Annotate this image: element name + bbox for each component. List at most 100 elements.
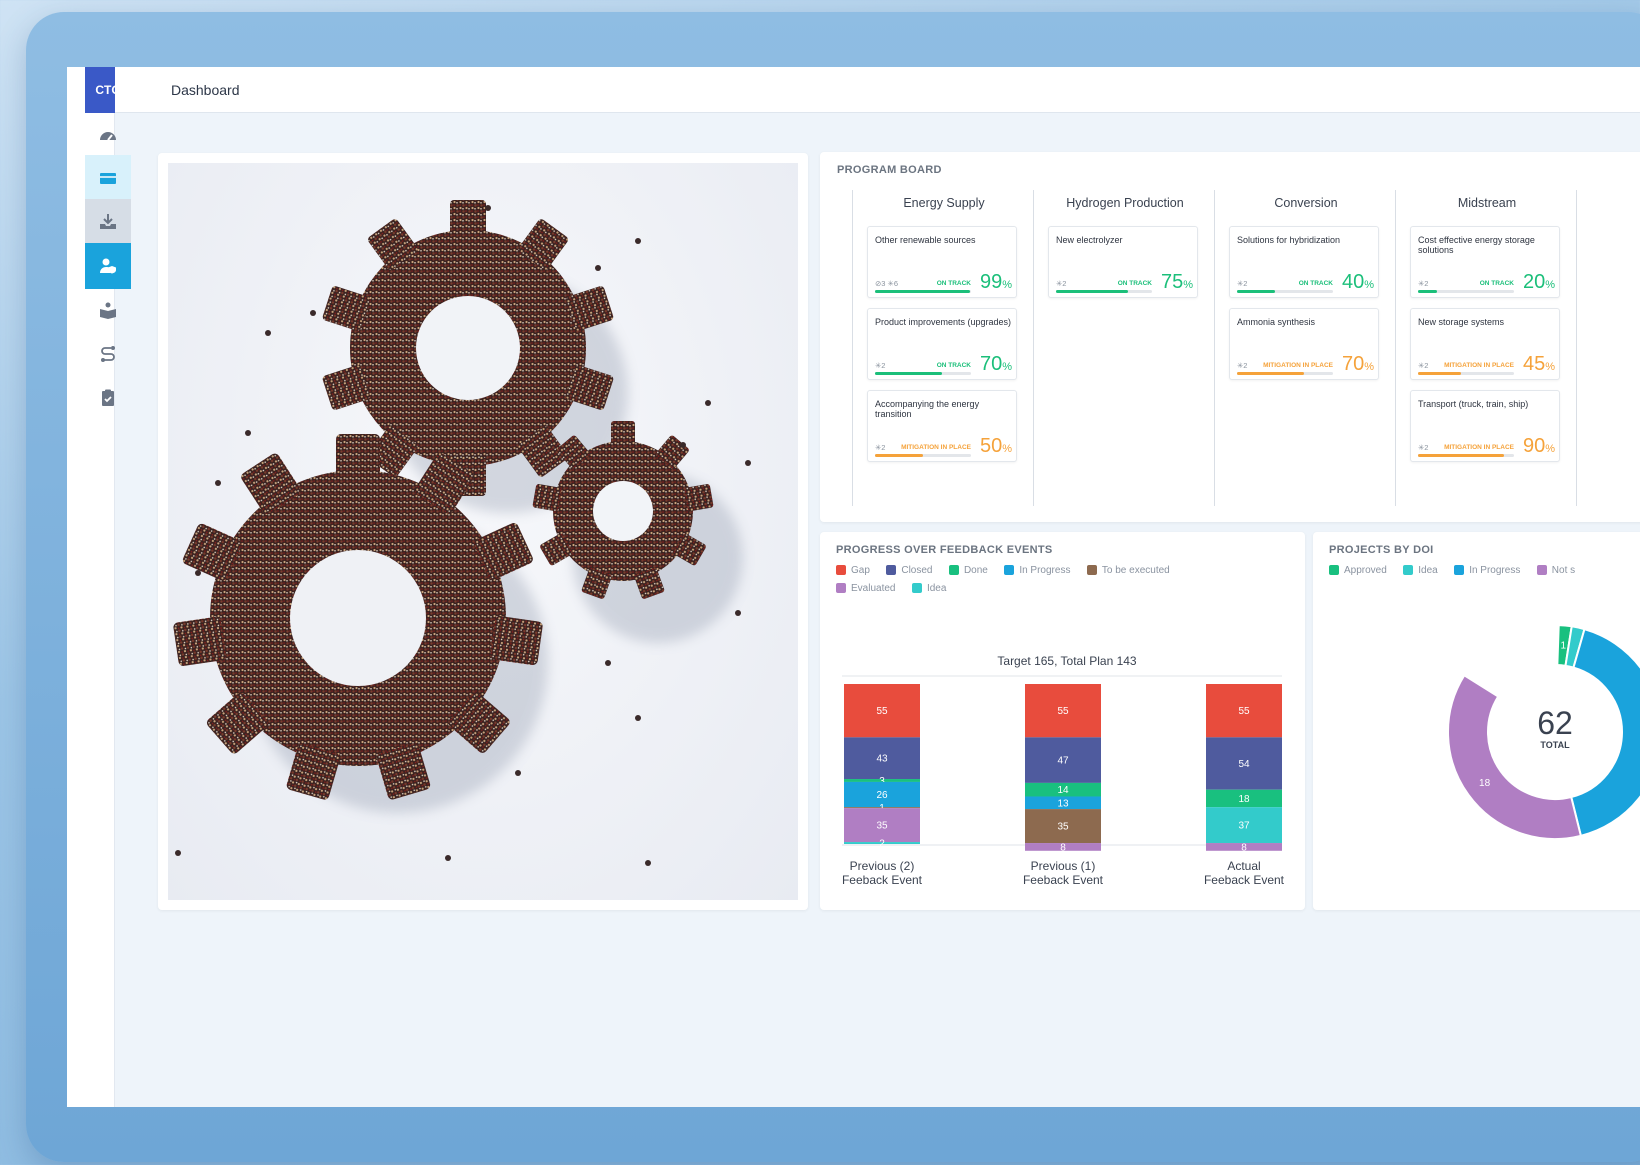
bar-value-label: 43 xyxy=(876,754,888,765)
card-title: Product improvements (upgrades) xyxy=(875,317,1012,327)
progress-bar xyxy=(1418,372,1514,375)
card-title: Solutions for hybridization xyxy=(1237,235,1341,245)
pct-value: 50 xyxy=(979,435,1003,457)
gears-crowd-image xyxy=(168,163,798,900)
bar-stack: 55433261352 xyxy=(844,684,920,850)
board-column-conversion: Conversion Solutions for hybridization ✳… xyxy=(1214,190,1396,506)
progress-bar xyxy=(875,372,971,375)
card-meta: ✳2 xyxy=(1418,361,1429,370)
card-title: Ammonia synthesis xyxy=(1237,317,1316,327)
board-card[interactable]: New electrolyzer ✳2 ON TRACK 75% xyxy=(1048,226,1198,298)
card-meta: ✳2 xyxy=(1056,279,1067,288)
pct-value: 70 xyxy=(1341,353,1365,375)
sidebar-item-programs[interactable] xyxy=(85,155,131,201)
card-progress-pct: 75% xyxy=(1160,271,1193,293)
inbox-download-icon xyxy=(100,214,116,229)
card-meta: ✳2 xyxy=(1418,279,1429,288)
stacked-bar-chart: Target 165, Total Plan 14355433261352Pre… xyxy=(842,654,1285,887)
card-progress-pct: 20% xyxy=(1522,271,1555,293)
board-column-midstream: Midstream Cost effective energy storage … xyxy=(1395,190,1577,506)
status-badge: ON TRACK xyxy=(936,362,971,369)
progress-bar xyxy=(1418,454,1514,457)
sidebar-item-dashboard[interactable] xyxy=(85,113,131,159)
card-title: New electrolyzer xyxy=(1056,235,1123,245)
program-board-title: PROGRAM BOARD xyxy=(837,164,942,176)
bar-value-label: 2 xyxy=(879,839,885,850)
status-badge: ON TRACK xyxy=(1117,280,1152,287)
board-card[interactable]: Accompanying the energy transition ✳2 MI… xyxy=(867,390,1017,462)
progress-fill xyxy=(875,372,943,375)
bar-value-label: 55 xyxy=(1057,706,1069,717)
progress-bar xyxy=(1237,372,1333,375)
category-label: Feeback Event xyxy=(1023,873,1104,887)
pct-value: 20 xyxy=(1522,271,1546,293)
bar-value-label: 35 xyxy=(1057,822,1069,833)
bar-value-label: 8 xyxy=(1241,842,1247,853)
pct-value: 40 xyxy=(1341,271,1365,293)
progress-fill xyxy=(1237,290,1276,293)
board-card[interactable]: Other renewable sources ⊘3 ✳6 ON TRACK 9… xyxy=(867,226,1017,298)
progress-fill xyxy=(1056,290,1128,293)
bar-value-label: 54 xyxy=(1238,759,1250,770)
speedometer-icon xyxy=(100,132,116,141)
board-card[interactable]: Solutions for hybridization ✳2 ON TRACK … xyxy=(1229,226,1379,298)
board-column-hydrogen-production: Hydrogen Production New electrolyzer ✳2 … xyxy=(1033,190,1215,506)
sidebar-item-inbox[interactable] xyxy=(85,199,131,245)
donut-slice[interactable] xyxy=(1569,627,1640,838)
category-label: Feeback Event xyxy=(1204,873,1285,887)
sidebar-item-users[interactable] xyxy=(85,243,131,289)
card-progress-pct: 70% xyxy=(1341,353,1374,375)
board-card[interactable]: Ammonia synthesis ✳2 MITIGATION IN PLACE… xyxy=(1229,308,1379,380)
app-screen: CTG Dashboard PROGRAM BOARD Energy Suppl… xyxy=(67,67,1640,1107)
donut-slice-label: 1 xyxy=(1561,640,1567,651)
progress-bar xyxy=(875,454,971,457)
board-card[interactable]: Transport (truck, train, ship) ✳2 MITIGA… xyxy=(1410,390,1560,462)
board-card[interactable]: Product improvements (upgrades) ✳2 ON TR… xyxy=(867,308,1017,380)
bar-value-label: 35 xyxy=(876,821,888,832)
donut-chart: 1 18 62 TOTAL xyxy=(1447,624,1640,840)
column-title: Conversion xyxy=(1274,196,1338,210)
card-meta: ✳2 xyxy=(1418,443,1429,452)
clipboard-check-icon xyxy=(102,389,114,406)
bar-value-label: 47 xyxy=(1057,756,1069,767)
category-label: Previous (2) xyxy=(850,859,915,873)
pct-value: 75 xyxy=(1160,271,1184,293)
card-title: Transport (truck, train, ship) xyxy=(1418,399,1529,409)
card-progress-pct: 70% xyxy=(979,353,1012,375)
pct-value: 70 xyxy=(979,353,1003,375)
status-badge: ON TRACK xyxy=(1298,280,1333,287)
status-badge: MITIGATION IN PLACE xyxy=(1444,444,1514,451)
sidebar-item-library[interactable] xyxy=(85,287,131,333)
bar-value-label: 8 xyxy=(1060,842,1066,853)
route-icon xyxy=(101,346,115,362)
card-title: New storage systems xyxy=(1418,317,1505,327)
donut-total-label: TOTAL xyxy=(1540,740,1570,750)
bar-value-label: 37 xyxy=(1238,821,1250,832)
progress-bar xyxy=(1418,290,1514,293)
status-badge: MITIGATION IN PLACE xyxy=(1444,362,1514,369)
pct-value: 45 xyxy=(1522,353,1546,375)
sidebar-item-roadmap[interactable] xyxy=(85,331,131,377)
progress-bar xyxy=(1237,290,1333,293)
donut-slice[interactable] xyxy=(1447,673,1583,840)
sidebar-item-tasks[interactable] xyxy=(85,375,131,421)
board-column-edge xyxy=(1576,190,1640,506)
card-meta: ✳2 xyxy=(1237,361,1248,370)
card-meta: ⊘3 ✳6 xyxy=(875,279,898,288)
pct-value: 99 xyxy=(979,271,1003,293)
status-badge: MITIGATION IN PLACE xyxy=(901,444,971,451)
card-progress-pct: 45% xyxy=(1522,353,1555,375)
boxes-icon xyxy=(100,173,116,184)
chart-title: Target 165, Total Plan 143 xyxy=(997,654,1137,668)
board-card[interactable]: Cost effective energy storage solutions … xyxy=(1410,226,1560,298)
column-title: Midstream xyxy=(1457,196,1517,210)
progress-fill xyxy=(1418,372,1462,375)
card-progress-pct: 50% xyxy=(979,435,1012,457)
card-progress-pct: 99% xyxy=(979,271,1012,293)
progress-fill xyxy=(875,290,971,293)
status-badge: MITIGATION IN PLACE xyxy=(1263,362,1333,369)
category-label: Feeback Event xyxy=(842,873,923,887)
user-shield-icon xyxy=(100,258,116,274)
board-card[interactable]: New storage systems ✳2 MITIGATION IN PLA… xyxy=(1410,308,1560,380)
bar-value-label: 26 xyxy=(876,790,888,801)
